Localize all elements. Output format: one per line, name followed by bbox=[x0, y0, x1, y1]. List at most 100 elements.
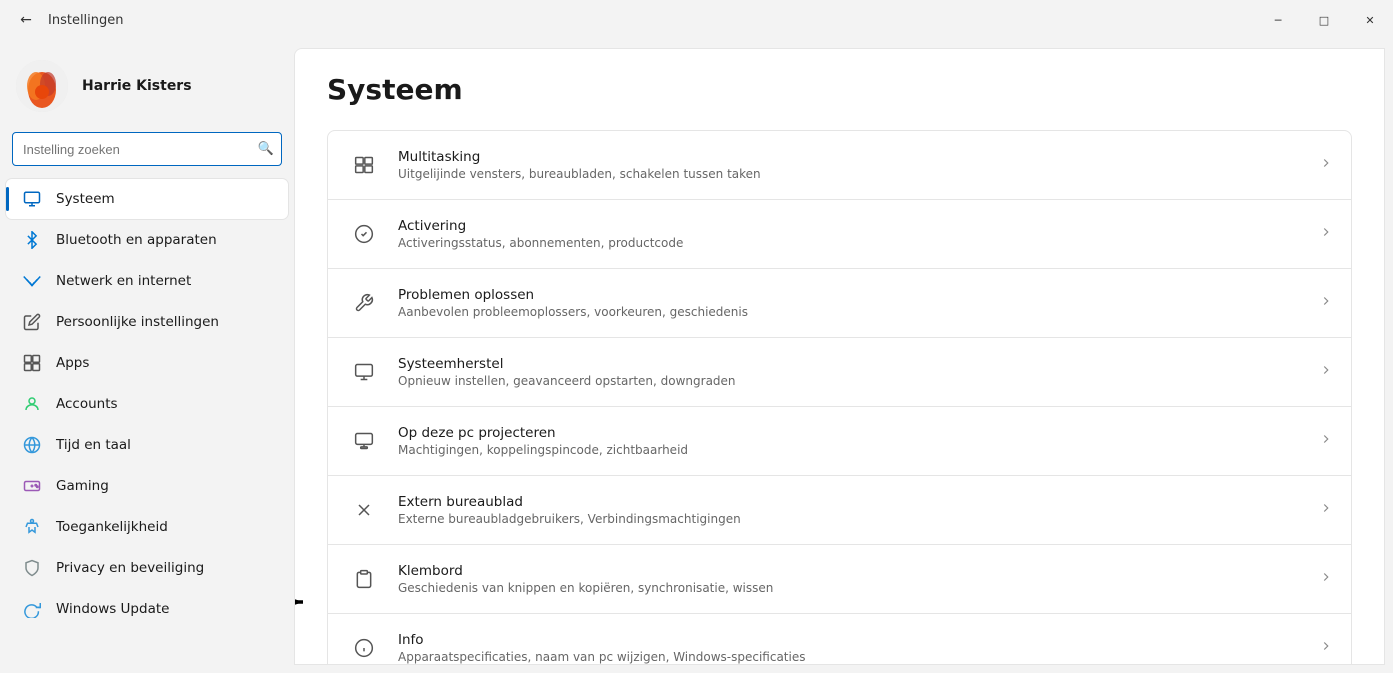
chevron-right-icon bbox=[1319, 363, 1333, 381]
chevron-right-icon bbox=[1319, 570, 1333, 588]
sidebar-item-label-update: Windows Update bbox=[56, 601, 169, 617]
sidebar-item-label-tijd: Tijd en taal bbox=[56, 437, 131, 453]
systeemherstel-title: Systeemherstel bbox=[398, 356, 1307, 372]
profile-name: Harrie Kisters bbox=[82, 78, 192, 94]
sidebar-item-label-apps: Apps bbox=[56, 355, 89, 371]
settings-item-extern[interactable]: Extern bureaublad Externe bureaubladgebru… bbox=[327, 476, 1352, 545]
klembord-icon bbox=[346, 561, 382, 597]
close-button[interactable]: ✕ bbox=[1347, 0, 1393, 40]
minimize-button[interactable]: ─ bbox=[1255, 0, 1301, 40]
extern-title: Extern bureaublad bbox=[398, 494, 1307, 510]
klembord-desc: Geschiedenis van knippen en kopiëren, sy… bbox=[398, 581, 1307, 595]
settings-item-systeemherstel[interactable]: Systeemherstel Opnieuw instellen, geavanc… bbox=[327, 338, 1352, 407]
sidebar-item-label-toegankelijkheid: Toegankelijkheid bbox=[56, 519, 168, 535]
klembord-text: Klembord Geschiedenis van knippen en kopi… bbox=[398, 563, 1307, 595]
multitasking-title: Multitasking bbox=[398, 149, 1307, 165]
sidebar-item-label-privacy: Privacy en beveiliging bbox=[56, 560, 204, 576]
sidebar-item-label-bluetooth: Bluetooth en apparaten bbox=[56, 232, 217, 248]
multitasking-desc: Uitgelijinde vensters, bureaubladen, sch… bbox=[398, 167, 1307, 181]
accounts-nav-icon bbox=[22, 394, 42, 414]
sidebar-item-bluetooth[interactable]: Bluetooth en apparaten bbox=[6, 220, 288, 260]
window-controls: ─ □ ✕ bbox=[1255, 0, 1393, 40]
search-input[interactable] bbox=[12, 132, 282, 166]
close-icon: ✕ bbox=[1365, 14, 1374, 27]
activering-text: Activering Activeringsstatus, abonnemente… bbox=[398, 218, 1307, 250]
sidebar-item-privacy[interactable]: Privacy en beveiliging bbox=[6, 548, 288, 588]
info-icon bbox=[346, 630, 382, 665]
activering-title: Activering bbox=[398, 218, 1307, 234]
apps-nav-icon bbox=[22, 353, 42, 373]
klembord-title: Klembord bbox=[398, 563, 1307, 579]
info-desc: Apparaatspecificaties, naam van pc wijzi… bbox=[398, 650, 1307, 664]
back-icon: ← bbox=[20, 12, 32, 28]
sidebar-item-persoonlijk[interactable]: Persoonlijke instellingen bbox=[6, 302, 288, 342]
activering-icon bbox=[346, 216, 382, 252]
settings-item-multitasking[interactable]: Multitasking Uitgelijinde vensters, burea… bbox=[327, 130, 1352, 200]
search-box: 🔍 bbox=[12, 132, 282, 166]
systeemherstel-desc: Opnieuw instellen, geavanceerd opstarten… bbox=[398, 374, 1307, 388]
settings-item-problemen[interactable]: Problemen oplossen Aanbevolen probleemopl… bbox=[327, 269, 1352, 338]
nav-list: Systeem Bluetooth en apparaten Netwerk en … bbox=[0, 178, 294, 630]
sidebar-item-toegankelijkheid[interactable]: Toegankelijkheid bbox=[6, 507, 288, 547]
bluetooth-nav-icon bbox=[22, 230, 42, 250]
app-title: Instellingen bbox=[48, 13, 124, 28]
sidebar-item-label-gaming: Gaming bbox=[56, 478, 109, 494]
privacy-nav-icon bbox=[22, 558, 42, 578]
projecteren-text: Op deze pc projecteren Machtigingen, kopp… bbox=[398, 425, 1307, 457]
maximize-icon: □ bbox=[1319, 14, 1329, 27]
update-nav-icon bbox=[22, 599, 42, 619]
persoonlijk-nav-icon bbox=[22, 312, 42, 332]
problemen-desc: Aanbevolen probleemoplossers, voorkeuren… bbox=[398, 305, 1307, 319]
sidebar-item-gaming[interactable]: Gaming bbox=[6, 466, 288, 506]
search-icon: 🔍 bbox=[258, 142, 274, 157]
chevron-right-icon bbox=[1319, 225, 1333, 243]
settings-item-activering[interactable]: Activering Activeringsstatus, abonnemente… bbox=[327, 200, 1352, 269]
info-text: Info Apparaatspecificaties, naam van pc w… bbox=[398, 632, 1307, 664]
systeemherstel-text: Systeemherstel Opnieuw instellen, geavanc… bbox=[398, 356, 1307, 388]
chevron-right-icon bbox=[1319, 639, 1333, 657]
sidebar-item-update[interactable]: Windows Update bbox=[6, 589, 288, 629]
settings-item-klembord[interactable]: Klembord Geschiedenis van knippen en kopi… bbox=[327, 545, 1352, 614]
multitasking-text: Multitasking Uitgelijinde vensters, burea… bbox=[398, 149, 1307, 181]
sidebar-item-systeem[interactable]: Systeem bbox=[6, 179, 288, 219]
problemen-text: Problemen oplossen Aanbevolen probleemopl… bbox=[398, 287, 1307, 319]
problemen-icon bbox=[346, 285, 382, 321]
sidebar-item-tijd[interactable]: Tijd en taal bbox=[6, 425, 288, 465]
sidebar-item-label-netwerk: Netwerk en internet bbox=[56, 273, 191, 289]
main-content: Systeem MultitaskingUitgelijinde venster… bbox=[294, 48, 1385, 665]
settings-item-info[interactable]: Info Apparaatspecificaties, naam van pc w… bbox=[327, 614, 1352, 665]
sidebar-item-label-accounts: Accounts bbox=[56, 396, 118, 412]
chevron-right-icon bbox=[1319, 156, 1333, 174]
projecteren-title: Op deze pc projecteren bbox=[398, 425, 1307, 441]
netwerk-nav-icon bbox=[22, 271, 42, 291]
chevron-right-icon bbox=[1319, 432, 1333, 450]
chevron-right-icon bbox=[1319, 294, 1333, 312]
sidebar-profile[interactable]: Harrie Kisters bbox=[0, 48, 294, 132]
problemen-title: Problemen oplossen bbox=[398, 287, 1307, 303]
sidebar-item-apps[interactable]: Apps bbox=[6, 343, 288, 383]
multitasking-icon bbox=[346, 147, 382, 183]
systeemherstel-icon bbox=[346, 354, 382, 390]
arrow-annotation bbox=[294, 582, 315, 622]
minimize-icon: ─ bbox=[1275, 14, 1282, 27]
settings-item-projecteren[interactable]: Op deze pc projecteren Machtigingen, kopp… bbox=[327, 407, 1352, 476]
settings-list: Multitasking Uitgelijinde vensters, burea… bbox=[327, 130, 1352, 665]
maximize-button[interactable]: □ bbox=[1301, 0, 1347, 40]
systeem-nav-icon bbox=[22, 189, 42, 209]
sidebar-item-accounts[interactable]: Accounts bbox=[6, 384, 288, 424]
extern-text: Extern bureaublad Externe bureaubladgebru… bbox=[398, 494, 1307, 526]
back-button[interactable]: ← bbox=[12, 6, 40, 34]
tijd-nav-icon bbox=[22, 435, 42, 455]
projecteren-desc: Machtigingen, koppelingspincode, zichtba… bbox=[398, 443, 1307, 457]
chevron-right-icon bbox=[1319, 501, 1333, 519]
avatar bbox=[16, 60, 68, 112]
extern-icon bbox=[346, 492, 382, 528]
activering-desc: Activeringsstatus, abonnementen, product… bbox=[398, 236, 1307, 250]
sidebar: Harrie Kisters 🔍 Systeem Bluetooth en app… bbox=[0, 40, 294, 673]
gaming-nav-icon bbox=[22, 476, 42, 496]
sidebar-item-netwerk[interactable]: Netwerk en internet bbox=[6, 261, 288, 301]
toegankelijkheid-nav-icon bbox=[22, 517, 42, 537]
extern-desc: Externe bureaubladgebruikers, Verbinding… bbox=[398, 512, 1307, 526]
sidebar-item-label-persoonlijk: Persoonlijke instellingen bbox=[56, 314, 219, 330]
info-title: Info bbox=[398, 632, 1307, 648]
